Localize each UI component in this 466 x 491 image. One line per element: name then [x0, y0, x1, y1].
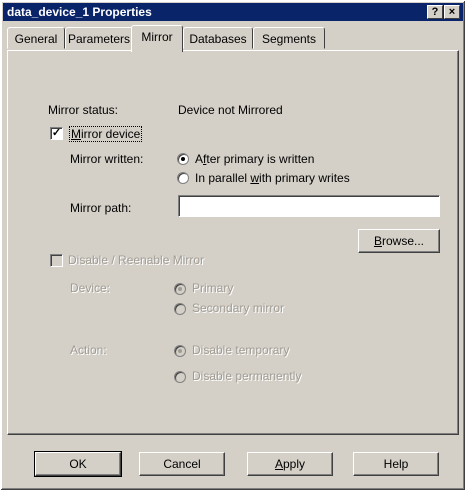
title-bar[interactable]: data_device_1 Properties ? × — [3, 3, 463, 21]
mirror-device-accel: M — [71, 127, 81, 141]
in-parallel-accel: w — [250, 171, 260, 185]
mirror-device-label[interactable]: Mirror device — [69, 126, 143, 142]
browse-accel: B — [373, 234, 382, 248]
device-primary-text: Primary — [192, 281, 234, 295]
mirror-path-label: Mirror path: — [70, 201, 132, 215]
device-label-text: Device: — [70, 281, 111, 295]
radio-dot — [178, 287, 182, 291]
tab-parameters[interactable]: Parameters — [65, 27, 133, 49]
action-temporary-label: Disable temporary — [192, 343, 289, 357]
after-primary-post: ter primary is written — [206, 152, 315, 166]
device-primary-radio[interactable] — [174, 283, 186, 295]
action-label-text: Action: — [70, 343, 107, 357]
browse-button[interactable]: Browse... — [358, 229, 440, 253]
device-secondary-radio[interactable] — [174, 303, 186, 315]
window-title: data_device_1 Properties — [7, 5, 152, 19]
action-permanent-label: Disable permanently — [192, 369, 301, 383]
device-label: Device: — [70, 281, 110, 295]
device-secondary-label: Secondary mirror — [192, 301, 284, 315]
tab-segments[interactable]: Segments — [253, 27, 325, 49]
action-permanent-radio[interactable] — [174, 371, 186, 383]
in-parallel-post: ith primary writes — [259, 171, 350, 185]
disable-reenable-text: Disable / Reenable Mirror — [68, 253, 205, 267]
mirror-device-label-text: irror device — [81, 127, 141, 141]
tab-strip: General Parameters Mirror Databases Segm… — [7, 25, 463, 52]
radio-dot — [178, 349, 182, 353]
in-parallel-radio[interactable] — [177, 172, 189, 184]
mirror-status-value: Device not Mirrored — [178, 103, 283, 117]
apply-button[interactable]: Apply — [247, 452, 333, 476]
in-parallel-pre: In parallel — [195, 171, 251, 185]
radio-dot — [181, 157, 185, 161]
after-primary-radio[interactable] — [177, 153, 189, 165]
mirror-written-label: Mirror written: — [70, 152, 144, 166]
action-permanent-text: Disable permanently — [192, 369, 302, 383]
mirror-path-input[interactable] — [178, 195, 440, 217]
close-icon[interactable]: × — [444, 5, 460, 19]
tab-general[interactable]: General — [7, 27, 65, 49]
device-primary-label: Primary — [192, 281, 233, 295]
properties-dialog: data_device_1 Properties ? × General Par… — [0, 0, 466, 491]
tab-databases[interactable]: Databases — [183, 27, 253, 49]
after-primary-pre: A — [195, 152, 204, 166]
tab-mirror[interactable]: Mirror — [131, 25, 183, 52]
disable-reenable-checkbox[interactable] — [50, 254, 63, 267]
help-icon[interactable]: ? — [427, 5, 443, 19]
mirror-panel: Mirror status: Device not Mirrored ✓ Mir… — [7, 50, 459, 435]
in-parallel-label[interactable]: In parallel with primary writes — [195, 171, 350, 185]
after-primary-label[interactable]: After primary is written — [195, 152, 314, 166]
disable-reenable-label: Disable / Reenable Mirror — [68, 253, 204, 267]
ok-button[interactable]: OK — [34, 451, 122, 477]
apply-accel: A — [274, 457, 283, 471]
device-secondary-text: Secondary mirror — [192, 301, 285, 315]
help-button[interactable]: Help — [353, 452, 439, 476]
cancel-button[interactable]: Cancel — [139, 452, 225, 476]
action-temporary-text: Disable temporary — [192, 343, 290, 357]
mirror-status-label: Mirror status: — [48, 103, 119, 117]
apply-label: pply — [283, 457, 306, 471]
action-label: Action: — [70, 343, 107, 357]
mirror-device-checkbox[interactable]: ✓ — [50, 127, 63, 140]
action-temporary-radio[interactable] — [174, 345, 186, 357]
browse-label: rowse... — [382, 234, 425, 248]
